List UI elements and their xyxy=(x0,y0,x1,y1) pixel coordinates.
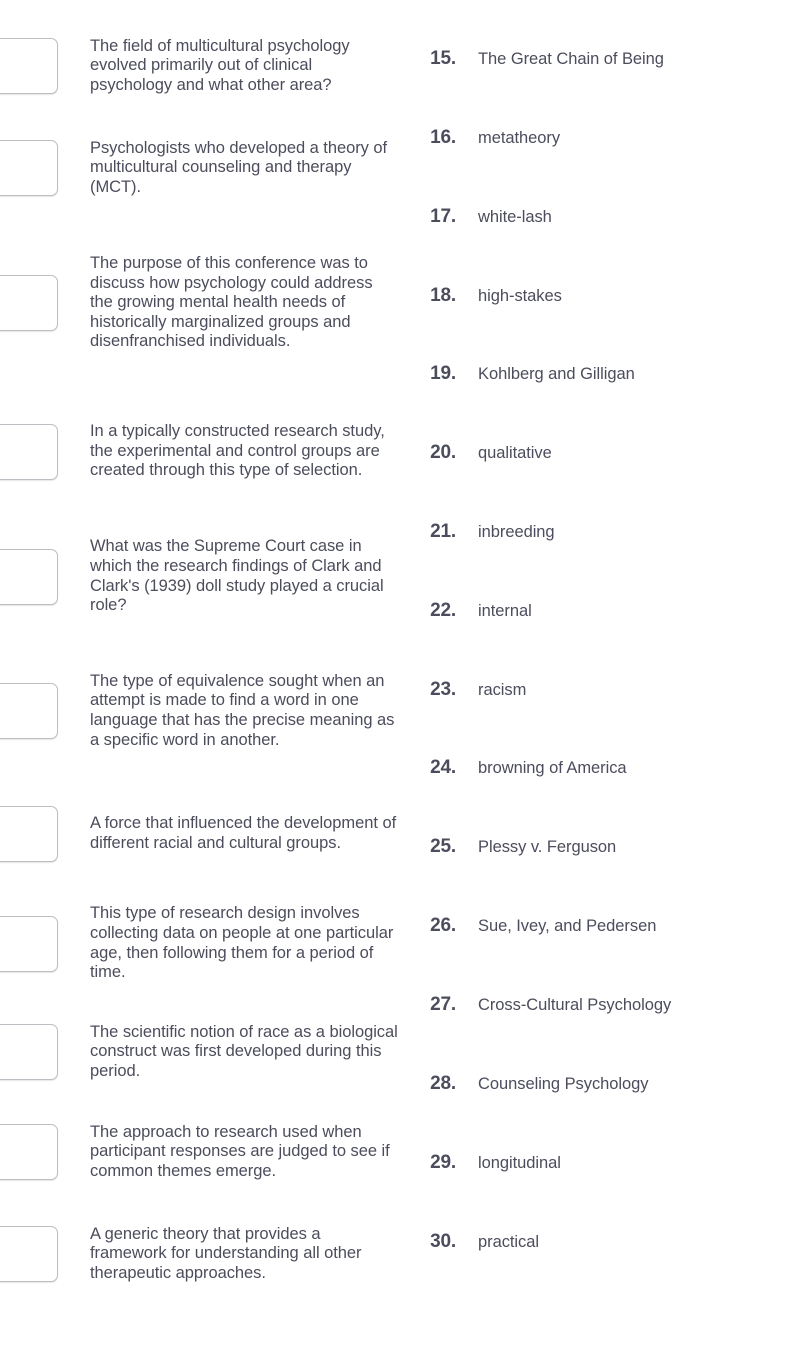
answer-bank-label: white-lash xyxy=(478,208,552,226)
answer-bank-number: 21. xyxy=(430,521,456,542)
answer-bank-number: 16. xyxy=(430,127,456,148)
answer-bank-number: 28. xyxy=(430,1073,456,1094)
answer-bank-number: 23. xyxy=(430,679,456,700)
answer-bank-label: internal xyxy=(478,602,532,620)
question-prompt: The scientific notion of race as a biolo… xyxy=(90,1022,398,1080)
answer-bank-number: 25. xyxy=(430,836,456,857)
answer-bank-item: 18. high-stakes xyxy=(404,285,808,307)
question-row: What was the Supreme Court case in which… xyxy=(0,525,404,628)
question-prompt: The approach to research used when parti… xyxy=(90,1122,390,1180)
answer-bank-number: 19. xyxy=(430,363,456,384)
question-row: The field of multicultural psychology ev… xyxy=(0,24,404,108)
answer-bank-label: inbreeding xyxy=(478,523,555,541)
question-row: This type of research design involves co… xyxy=(0,892,404,995)
answer-input[interactable] xyxy=(0,915,58,972)
question-row: A generic theory that provides a framewo… xyxy=(0,1212,404,1296)
answer-box-cell xyxy=(0,423,90,480)
answer-bank-item: 25. Plessy v. Ferguson xyxy=(404,836,808,858)
answer-input[interactable] xyxy=(0,806,58,862)
question-row: A force that influenced the development … xyxy=(0,802,404,866)
answer-bank-item: 29. longitudinal xyxy=(404,1152,808,1174)
answer-input[interactable] xyxy=(0,1024,58,1080)
answer-box-cell xyxy=(0,1226,90,1282)
answer-box-cell xyxy=(0,1124,90,1180)
question-prompt: The field of multicultural psychology ev… xyxy=(90,36,350,94)
question-prompt: In a typically constructed research stud… xyxy=(90,422,385,480)
answer-input[interactable] xyxy=(0,423,58,480)
answer-bank-item: 16. metatheory xyxy=(404,127,808,149)
answer-box-cell xyxy=(0,915,90,972)
question-row: The approach to research used when parti… xyxy=(0,1110,404,1194)
answer-input[interactable] xyxy=(0,548,58,605)
answer-bank-label: practical xyxy=(478,1233,539,1251)
answer-bank-number: 27. xyxy=(430,994,456,1015)
answer-bank-item: 26. Sue, Ivey, and Pedersen xyxy=(404,915,808,937)
question-row: The purpose of this conference was to di… xyxy=(0,232,404,374)
answer-input[interactable] xyxy=(0,1124,58,1180)
answer-bank-item: 27. Cross-Cultural Psychology xyxy=(404,994,808,1016)
answer-bank-number: 24. xyxy=(430,757,456,778)
answer-bank-label: metatheory xyxy=(478,129,561,147)
answer-bank-item: 21. inbreeding xyxy=(404,521,808,543)
question-row: In a typically constructed research stud… xyxy=(0,400,404,503)
answer-bank-label: Plessy v. Ferguson xyxy=(478,838,617,856)
answer-bank-column: 15. The Great Chain of Being 16. metatheory… xyxy=(404,0,808,1366)
questions-column: The field of multicultural psychology ev… xyxy=(0,0,404,1366)
answer-bank-label: high-stakes xyxy=(478,287,562,305)
answer-bank-number: 17. xyxy=(430,206,456,227)
answer-bank-label: Sue, Ivey, and Pedersen xyxy=(478,917,657,935)
answer-input[interactable] xyxy=(0,140,58,196)
answer-bank-number: 22. xyxy=(430,600,456,621)
quiz-sheet: The field of multicultural psychology ev… xyxy=(0,0,808,1366)
answer-bank-item: 20. qualitative xyxy=(404,442,808,464)
answer-bank-number: 18. xyxy=(430,285,456,306)
answer-bank-item: 30. practical xyxy=(404,1231,808,1253)
answer-bank-label: browning of America xyxy=(478,759,627,777)
answer-input[interactable] xyxy=(0,38,58,94)
answer-bank-number: 15. xyxy=(430,48,456,69)
answer-bank-label: Kohlberg and Gilligan xyxy=(478,365,635,383)
question-prompt: The purpose of this conference was to di… xyxy=(90,254,373,351)
question-prompt: Psychologists who developed a theory of … xyxy=(90,138,388,196)
answer-bank-item: 28. Counseling Psychology xyxy=(404,1073,808,1095)
question-prompt: A force that influenced the development … xyxy=(90,814,397,852)
answer-bank-number: 20. xyxy=(430,442,456,463)
answer-bank-label: Counseling Psychology xyxy=(478,1075,649,1093)
answer-bank-number: 29. xyxy=(430,1152,456,1173)
question-prompt: What was the Supreme Court case in which… xyxy=(90,537,384,615)
question-row: The scientific notion of race as a biolo… xyxy=(0,1020,404,1084)
answer-box-cell xyxy=(0,806,90,862)
answer-bank-item: 17. white-lash xyxy=(404,206,808,228)
answer-box-cell xyxy=(0,275,90,331)
answer-input[interactable] xyxy=(0,683,58,739)
answer-bank-item: 24. browning of America xyxy=(404,757,808,779)
answer-bank-item: 23. racism xyxy=(404,679,808,701)
question-row: The type of equivalence sought when an a… xyxy=(0,650,404,772)
answer-box-cell xyxy=(0,38,90,94)
answer-bank-label: longitudinal xyxy=(478,1154,561,1172)
answer-box-cell xyxy=(0,140,90,196)
answer-box-cell xyxy=(0,1024,90,1080)
answer-bank-item: 22. internal xyxy=(404,600,808,622)
answer-bank-label: racism xyxy=(478,681,527,699)
question-prompt: A generic theory that provides a framewo… xyxy=(90,1224,362,1282)
answer-bank-number: 26. xyxy=(430,915,456,936)
answer-bank-label: qualitative xyxy=(478,444,552,462)
answer-input[interactable] xyxy=(0,275,58,331)
question-prompt: This type of research design involves co… xyxy=(90,904,394,982)
answer-bank-label: The Great Chain of Being xyxy=(478,50,664,68)
question-row: Psychologists who developed a theory of … xyxy=(0,126,404,210)
answer-box-cell xyxy=(0,548,90,605)
answer-bank-number: 30. xyxy=(430,1231,456,1252)
answer-bank-item: 19. Kohlberg and Gilligan xyxy=(404,363,808,385)
answer-bank-label: Cross-Cultural Psychology xyxy=(478,996,672,1014)
answer-input[interactable] xyxy=(0,1226,58,1282)
question-prompt: The type of equivalence sought when an a… xyxy=(90,671,395,749)
answer-bank-item: 15. The Great Chain of Being xyxy=(404,48,808,70)
answer-box-cell xyxy=(0,683,90,739)
